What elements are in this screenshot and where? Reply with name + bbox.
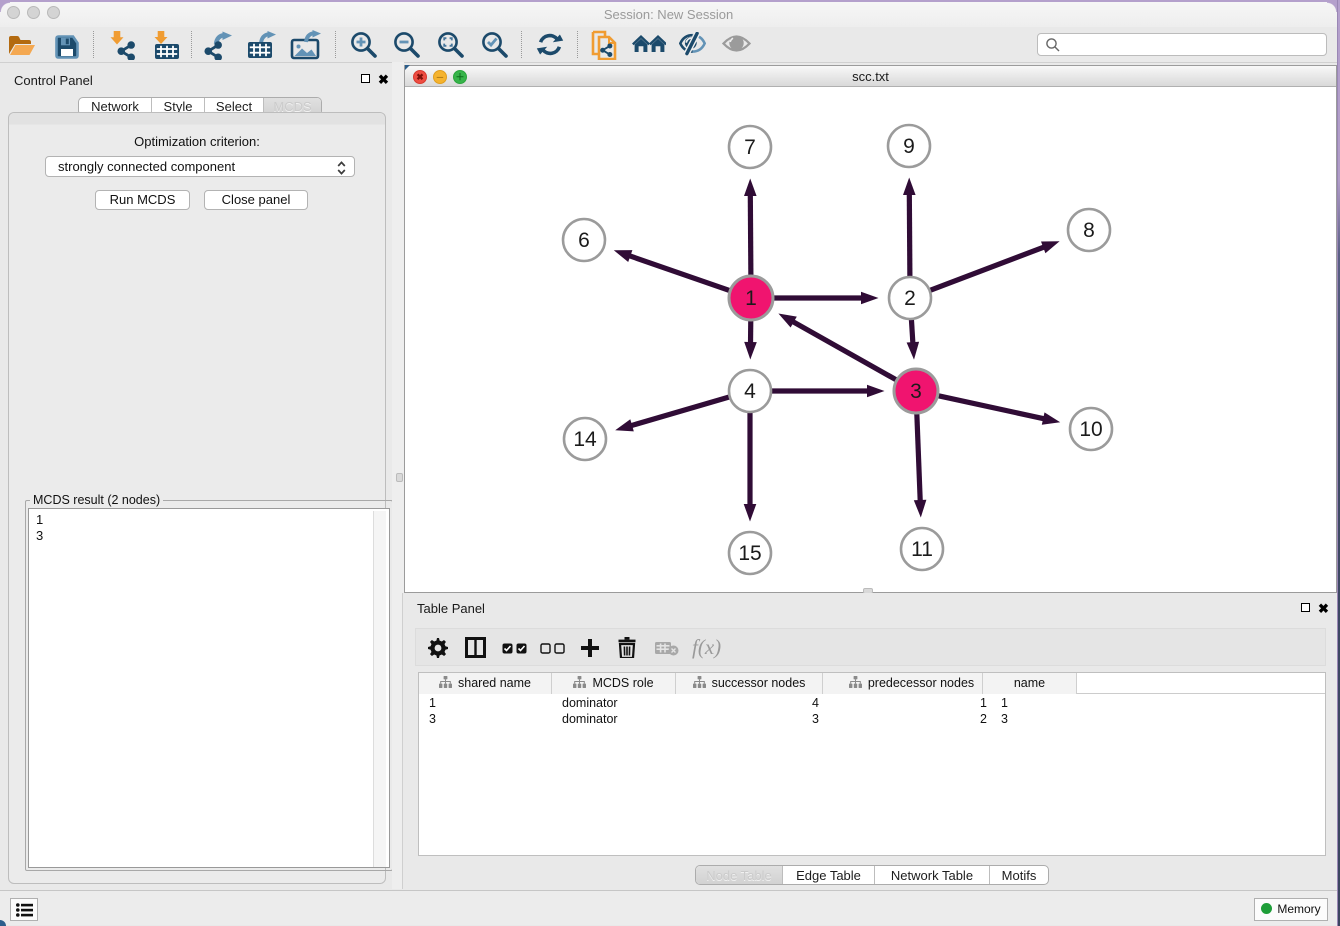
svg-text:15: 15 <box>738 542 761 565</box>
svg-text:4: 4 <box>744 380 756 403</box>
svg-text:1: 1 <box>745 287 757 310</box>
svg-text:7: 7 <box>744 136 756 159</box>
svg-text:3: 3 <box>910 380 922 403</box>
svg-text:9: 9 <box>903 135 915 158</box>
svg-text:11: 11 <box>911 538 933 561</box>
svg-text:8: 8 <box>1083 219 1095 242</box>
svg-text:2: 2 <box>904 287 916 310</box>
svg-text:14: 14 <box>573 428 597 451</box>
svg-text:10: 10 <box>1079 418 1102 441</box>
svg-text:6: 6 <box>578 229 590 252</box>
